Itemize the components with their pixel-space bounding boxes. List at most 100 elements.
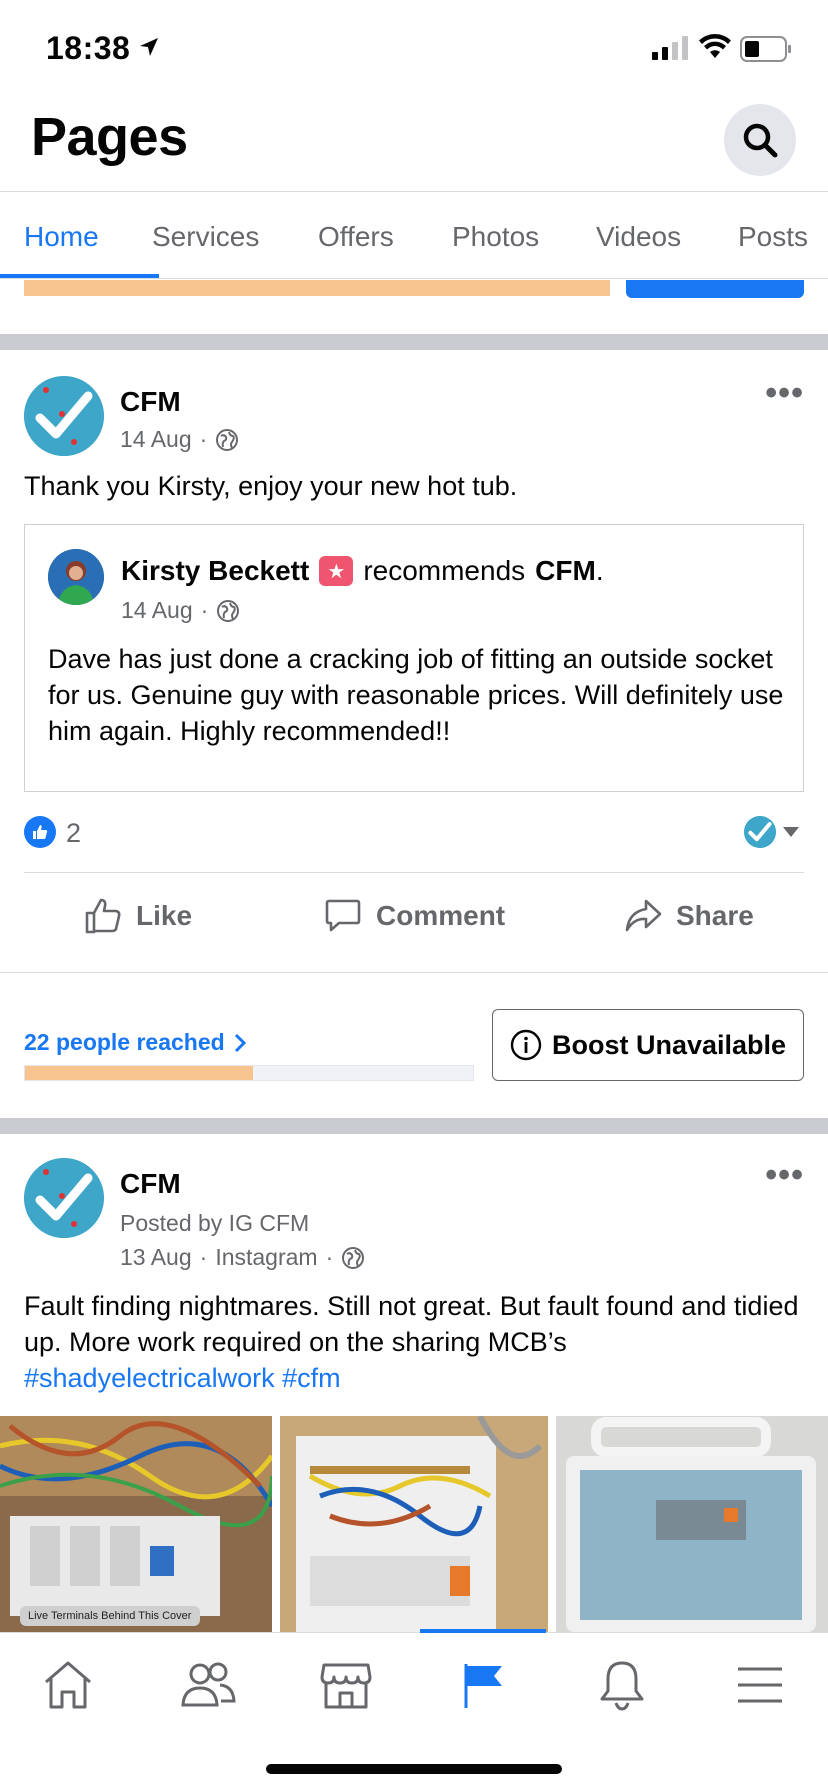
post-insights: 22 people reached Boost Unavailable [0, 972, 828, 1118]
recommended-page[interactable]: CFM [535, 555, 596, 586]
post-body: Fault finding nightmares. Still not grea… [24, 1291, 799, 1357]
caret-down-icon [783, 827, 799, 837]
photo-caption: Live Terminals Behind This Cover [28, 1610, 192, 1622]
post-source: Instagram [215, 1244, 318, 1270]
post-meta: 14 Aug · [120, 426, 239, 453]
share-button[interactable]: Share [624, 897, 754, 935]
tab-posts[interactable]: Posts [738, 221, 808, 253]
people-reached-link[interactable]: 22 people reached [24, 1029, 247, 1056]
more-options-button[interactable]: ••• [765, 374, 804, 413]
meta-dot: · [200, 597, 209, 623]
like-count[interactable]: 2 [66, 818, 81, 849]
page-header: Pages [0, 96, 828, 192]
cellular-signal-icon [652, 36, 688, 60]
menu-tab-button[interactable] [728, 1653, 792, 1717]
home-icon [45, 1661, 91, 1709]
like-label: Like [136, 900, 193, 931]
search-icon [743, 123, 778, 158]
active-tab-indicator [420, 1629, 546, 1633]
home-indicator [266, 1764, 562, 1774]
wiring-photo-icon [0, 1416, 272, 1632]
status-bar: 18:38 [0, 0, 828, 96]
tab-services[interactable]: Services [152, 221, 259, 253]
post-text: Thank you Kirsty, enjoy your new hot tub… [24, 471, 518, 501]
like-reaction-icon [24, 816, 56, 848]
post-author[interactable]: CFM [120, 1168, 181, 1200]
marketplace-icon [320, 1663, 372, 1709]
comment-button[interactable]: Comment [324, 897, 505, 935]
share-icon [625, 899, 662, 932]
boost-unavailable-button[interactable]: Boost Unavailable [492, 1009, 804, 1081]
avatar [744, 816, 776, 848]
reach-progress-bar [24, 1065, 474, 1081]
page-tabs: Home Services Offers Photos Videos Posts [0, 193, 828, 279]
people-icon [181, 1662, 236, 1707]
reactions-summary[interactable]: 2 [24, 812, 804, 856]
posted-by: Posted by IG CFM [120, 1210, 309, 1237]
recommender-name[interactable]: Kirsty Beckett [121, 555, 309, 587]
post-date[interactable]: 13 Aug [120, 1244, 192, 1271]
marketplace-tab-button[interactable] [314, 1653, 378, 1717]
recommendation-meta: 14 Aug · [121, 597, 240, 624]
bottom-tab-bar [0, 1629, 828, 1792]
share-label: Share [676, 900, 754, 931]
search-button[interactable] [724, 104, 796, 176]
recommendation-headline: Kirsty Beckett ★ recommends CFM. [121, 555, 604, 587]
notifications-tab-button[interactable] [590, 1653, 654, 1717]
like-button[interactable]: Like [84, 897, 192, 935]
more-options-button[interactable]: ••• [765, 1156, 804, 1195]
boost-label: Boost Unavailable [551, 1029, 787, 1060]
consumer-unit-photo-icon [280, 1416, 548, 1632]
previous-card-bar [24, 280, 610, 296]
info-icon [510, 1029, 542, 1061]
hamburger-menu-icon [738, 1667, 782, 1703]
post-photo[interactable] [280, 1416, 548, 1632]
home-tab-button[interactable] [36, 1653, 100, 1717]
post-photo[interactable] [556, 1416, 828, 1632]
previous-card-button[interactable] [626, 280, 804, 298]
recommendation-card[interactable]: Kirsty Beckett ★ recommends CFM. 14 Aug … [24, 524, 804, 792]
profile-photo-icon [48, 549, 104, 605]
page-title: Pages [31, 107, 188, 167]
hashtag-link[interactable]: #cfm [282, 1363, 341, 1393]
post-meta: 13 Aug · Instagram · [120, 1244, 365, 1271]
meta-dot: · [325, 1244, 334, 1270]
photo-grid: Live Terminals Behind This Cover [0, 1416, 828, 1632]
cfm-logo-icon [24, 1158, 104, 1238]
recommendation-date[interactable]: 14 Aug [121, 597, 193, 624]
flag-icon [464, 1664, 502, 1708]
post-text: Fault finding nightmares. Still not grea… [24, 1288, 804, 1396]
tab-home[interactable]: Home [24, 221, 99, 253]
comment-label: Comment [376, 900, 506, 931]
globe-icon [217, 599, 240, 622]
thumbs-up-icon [85, 898, 121, 934]
hashtag-link[interactable]: #shadyelectricalwork [24, 1363, 275, 1393]
comment-icon [325, 899, 361, 932]
pages-tab-button[interactable] [452, 1653, 516, 1717]
tab-photos[interactable]: Photos [452, 221, 539, 253]
post-photo[interactable]: Live Terminals Behind This Cover [0, 1416, 272, 1632]
avatar[interactable] [24, 376, 104, 456]
active-tab-indicator [0, 274, 159, 278]
reach-progress-fill [25, 1066, 254, 1080]
avatar[interactable] [24, 1158, 104, 1238]
section-divider [0, 334, 828, 350]
tab-offers[interactable]: Offers [318, 221, 394, 253]
status-time: 18:38 [46, 30, 131, 66]
post-date[interactable]: 14 Aug [120, 426, 192, 453]
recommendation-text: Dave has just done a cracking job of fit… [48, 644, 784, 746]
post-author[interactable]: CFM [120, 386, 181, 418]
star-badge-icon: ★ [319, 556, 354, 586]
people-tab-button[interactable] [176, 1653, 240, 1717]
battery-icon [740, 36, 791, 62]
post-actions: Like Comment Share [24, 872, 804, 972]
recommendation-verb: recommends [363, 555, 526, 586]
avatar[interactable] [48, 549, 104, 605]
chevron-right-icon [234, 1033, 246, 1052]
tab-videos[interactable]: Videos [596, 221, 681, 253]
bell-icon [600, 1661, 644, 1711]
meta-dot: · [199, 426, 208, 452]
globe-icon [342, 1246, 365, 1269]
post-as-selector[interactable] [744, 816, 800, 848]
posted-by-label: Posted by IG CFM [120, 1210, 310, 1236]
